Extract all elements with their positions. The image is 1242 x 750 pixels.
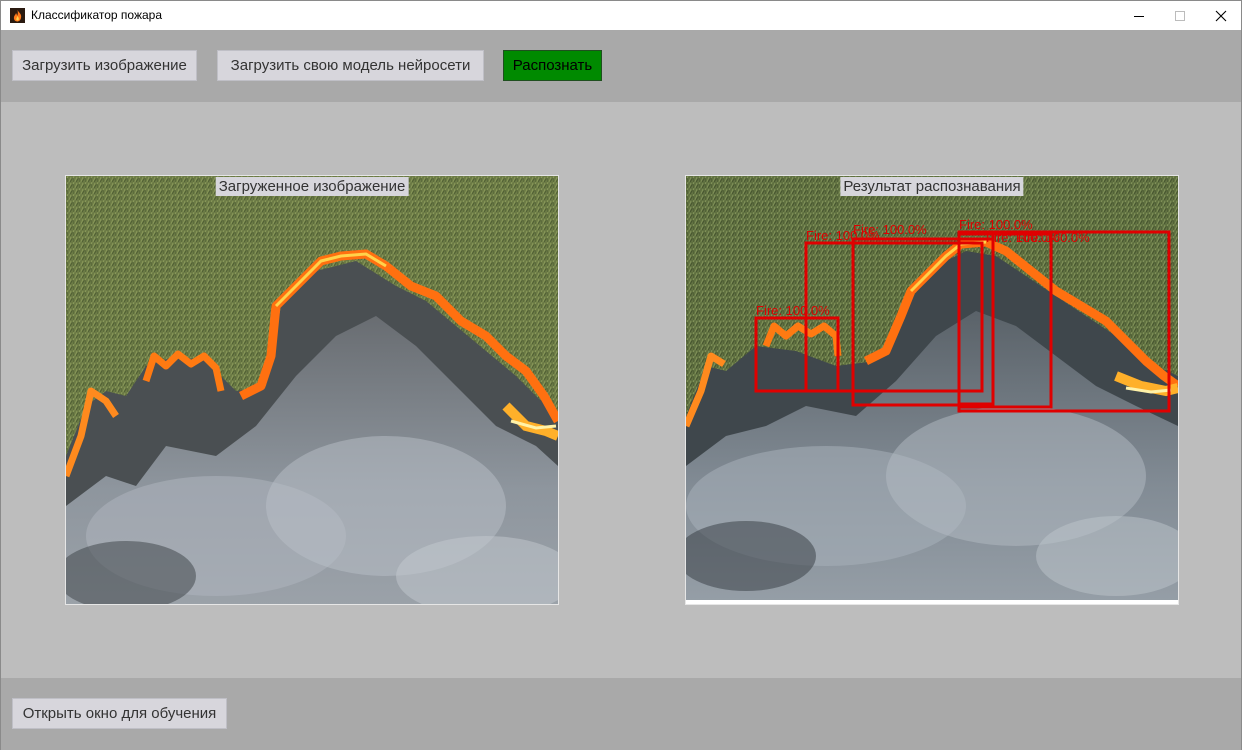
maximize-button[interactable]	[1158, 1, 1202, 30]
source-image-panel: Загруженное изображение	[65, 175, 559, 605]
close-icon	[1215, 10, 1227, 21]
minimize-button[interactable]	[1117, 1, 1161, 30]
result-image-panel: Результат распознавания Fire: 100.0% Fir…	[685, 175, 1179, 605]
detection-label: Fire: 100.0%	[756, 303, 830, 318]
source-fire-image	[66, 176, 558, 604]
close-button[interactable]	[1199, 1, 1242, 30]
footer-bar: Открыть окно для обучения	[1, 678, 1241, 750]
toolbar: Загрузить изображение Загрузить свою мод…	[1, 30, 1241, 102]
content-area: Загруженное изображение Результат распоз…	[1, 102, 1241, 678]
detection-label: Fire: 100.0%	[1016, 230, 1090, 245]
app-window: Классификатор пожара Загрузить изображен…	[0, 0, 1242, 750]
title-bar: Классификатор пожара	[1, 1, 1241, 30]
minimize-icon	[1134, 15, 1144, 17]
fire-icon	[10, 8, 25, 23]
open-training-window-button[interactable]: Открыть окно для обучения	[12, 698, 227, 729]
load-image-button[interactable]: Загрузить изображение	[12, 50, 197, 81]
recognize-button[interactable]: Распознать	[503, 50, 602, 81]
result-image-label: Результат распознавания	[840, 177, 1024, 196]
result-fire-image: Fire: 100.0% Fire: 100.0% Fire: 100.0% F…	[686, 176, 1178, 604]
maximize-icon	[1175, 10, 1185, 21]
source-image-label: Загруженное изображение	[215, 177, 409, 196]
detection-label: Fire: 100.0%	[853, 222, 927, 237]
load-model-button[interactable]: Загрузить свою модель нейросети	[217, 50, 484, 81]
window-title: Классификатор пожара	[31, 8, 162, 22]
